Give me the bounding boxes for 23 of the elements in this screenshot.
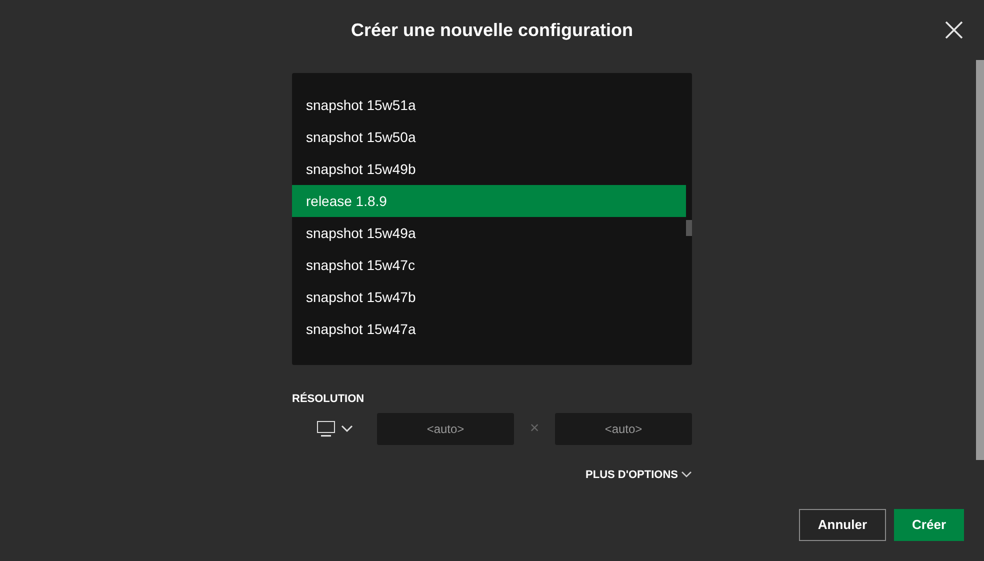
- dialog-title: Créer une nouvelle configuration: [350, 18, 634, 42]
- list-scrollbar-thumb[interactable]: [686, 220, 692, 236]
- cancel-button[interactable]: Annuler: [798, 509, 886, 541]
- close-button[interactable]: [944, 20, 964, 40]
- times-sign: ×: [528, 418, 540, 438]
- close-icon: [945, 21, 963, 39]
- chevron-down-icon: [340, 424, 352, 432]
- version-item[interactable]: snapshot 15w49b: [292, 153, 686, 185]
- version-item[interactable]: release 1.8.9: [292, 185, 686, 217]
- version-item[interactable]: snapshot 15w51a: [292, 89, 686, 121]
- create-button[interactable]: Créer: [894, 509, 964, 541]
- version-item[interactable]: snapshot 15w47b: [292, 281, 686, 313]
- version-item[interactable]: snapshot 15w49a: [292, 217, 686, 249]
- resolution-label: RÉSOLUTION: [292, 391, 366, 407]
- version-item[interactable]: snapshot 15w47a: [292, 313, 686, 345]
- version-item[interactable]: snapshot 15w47c: [292, 249, 686, 281]
- height-field[interactable]: <auto>: [555, 412, 692, 444]
- more-options-toggle[interactable]: PLUS D'OPTIONS: [586, 466, 692, 483]
- scrollbar[interactable]: [976, 60, 984, 460]
- monitor-icon: [316, 420, 334, 436]
- width-field[interactable]: <auto>: [377, 412, 514, 444]
- version-item[interactable]: snapshot 15w50a: [292, 121, 686, 153]
- chevron-icon: [681, 471, 692, 478]
